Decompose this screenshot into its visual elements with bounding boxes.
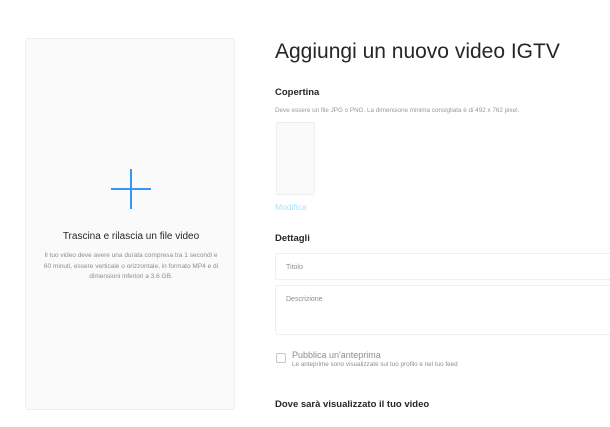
cover-section-title: Copertina xyxy=(275,87,320,98)
title-input[interactable]: Titolo xyxy=(275,253,610,280)
drop-zone-title: Trascina e rilascia un file video xyxy=(62,231,200,242)
modify-cover-link[interactable]: Modifica xyxy=(275,202,307,212)
video-drop-zone[interactable]: Trascina e rilascia un file video Il tuo… xyxy=(25,38,235,410)
where-section-title: Dove sarà visualizzato il tuo video xyxy=(275,399,430,410)
igtv-upload-page: Trascina e rilascia un file video Il tuo… xyxy=(0,0,610,427)
preview-checkbox-sublabel: Le anteprime sono visualizzate sul tuo p… xyxy=(292,361,458,368)
details-section-title: Dettagli xyxy=(275,233,310,244)
preview-checkbox[interactable] xyxy=(276,353,286,363)
cover-description: Deve essere un file JPG o PNG. La dimens… xyxy=(275,107,520,114)
drop-zone-description: Il tuo video deve avere una durata compr… xyxy=(43,252,219,280)
page-title: Aggiungi un nuovo video IGTV xyxy=(275,40,560,63)
cover-thumbnail[interactable] xyxy=(276,122,315,195)
preview-checkbox-label: Pubblica un'anteprima xyxy=(292,350,381,360)
description-input[interactable]: Descrizione xyxy=(275,285,610,335)
plus-icon[interactable] xyxy=(111,169,151,209)
